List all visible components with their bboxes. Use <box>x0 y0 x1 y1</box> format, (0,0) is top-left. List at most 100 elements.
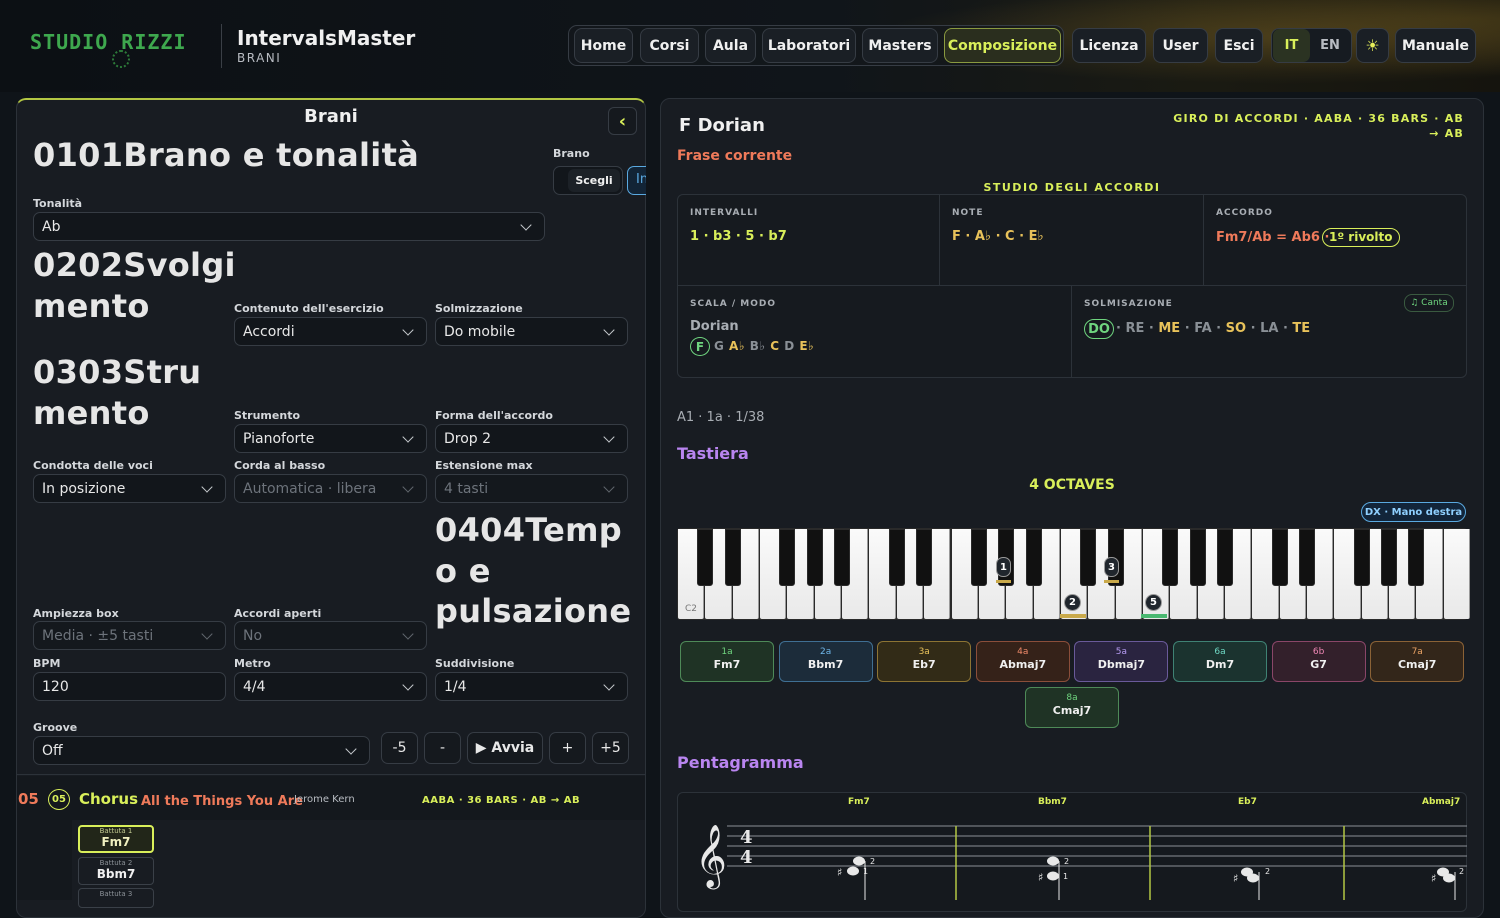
right-hand-badge[interactable]: DX · Mano destra <box>1361 502 1466 522</box>
tonalita-label: Tonalità <box>33 197 83 210</box>
bar-cell[interactable]: Battuta 3 <box>78 888 154 908</box>
composer: Jerome Kern <box>294 794 355 805</box>
tempo-minus-button[interactable]: - <box>424 732 461 764</box>
nav-masters[interactable]: Masters <box>862 28 938 63</box>
svg-text:2: 2 <box>870 857 875 866</box>
chord-chip[interactable]: 1a Fm7 <box>680 641 774 682</box>
estensione-select[interactable]: 4 tasti <box>435 474 628 503</box>
piano-black-key[interactable] <box>1381 529 1398 586</box>
forma-accordo-select[interactable]: Drop 2 <box>435 424 628 453</box>
section-divider <box>17 774 645 775</box>
chord-chip[interactable]: 8a Cmaj7 <box>1025 687 1119 728</box>
treble-clef-icon: 𝄞 <box>695 824 727 890</box>
nav-laboratori[interactable]: Laboratori <box>762 28 856 63</box>
piano-black-key[interactable] <box>806 529 823 586</box>
staff-chord-label: Eb7 <box>1238 797 1257 807</box>
lang-it[interactable]: IT <box>1273 29 1310 62</box>
chord-chip[interactable]: 5a Dbmaj7 <box>1074 641 1169 682</box>
piano-black-key[interactable] <box>916 529 933 586</box>
section-heading-4c: pulsazione <box>435 592 632 630</box>
nav-home[interactable]: Home <box>574 28 633 63</box>
staff-chord-label: Fm7 <box>848 797 870 807</box>
section-heading-4a: 0404Temp <box>435 511 622 549</box>
chord-chip[interactable]: 2a Bbm7 <box>778 641 873 682</box>
section-heading-1: 0101Brano e tonalità <box>33 136 420 174</box>
top-bar: STUDIO RIZZI IntervalsMaster BRANI Home … <box>0 0 1500 92</box>
studio-logo[interactable]: STUDIO RIZZI <box>30 30 187 54</box>
staff-chord-label: Abmaj7 <box>1422 797 1460 807</box>
piano-black-key[interactable] <box>1408 529 1425 586</box>
tempo-plus-button[interactable]: + <box>549 732 586 764</box>
notes-label: NOTE <box>952 208 984 218</box>
start-button[interactable]: ▶ Avvia <box>467 732 543 764</box>
tempo-plus-5-button[interactable]: +5 <box>592 732 629 764</box>
strumento-select[interactable]: Pianoforte <box>234 424 427 453</box>
piano-black-key[interactable] <box>1025 529 1042 586</box>
chord-chip[interactable]: 6b G7 <box>1271 641 1366 682</box>
piano-black-key[interactable] <box>1299 529 1316 586</box>
choose-song-button[interactable]: Scegli <box>568 169 620 192</box>
piano-black-key[interactable] <box>779 529 796 586</box>
piano-black-key[interactable] <box>1217 529 1233 586</box>
piano-black-key[interactable] <box>1080 529 1097 586</box>
nav-licenza[interactable]: Licenza <box>1072 28 1146 63</box>
nav-composizione[interactable]: Composizione <box>944 28 1061 63</box>
nav-aula[interactable]: Aula <box>705 28 756 63</box>
suddivisione-select[interactable]: 1/4 <box>435 672 628 701</box>
corda-basso-select[interactable]: Automatica · libera <box>234 474 427 503</box>
metro-select[interactable]: 4/4 <box>234 672 427 701</box>
piano-black-key[interactable] <box>1189 529 1206 586</box>
tonalita-select[interactable]: Ab <box>33 212 545 241</box>
piano-black-key[interactable] <box>1162 529 1179 586</box>
piano-black-key[interactable] <box>724 529 741 586</box>
groove-select[interactable]: Off <box>33 736 370 765</box>
accidental: ♯ <box>837 866 842 879</box>
chord-chip[interactable]: 7a Cmaj7 <box>1370 641 1465 682</box>
ampiezza-select[interactable]: Media · ±5 tasti <box>33 621 226 650</box>
chord-label: ACCORDO <box>1216 208 1273 218</box>
intervals-value: 1 · b3 · 5 · b7 <box>690 229 787 244</box>
scale-name: Dorian <box>690 319 739 334</box>
piano-black-key[interactable] <box>1271 529 1288 586</box>
piano-black-key[interactable] <box>888 529 905 586</box>
note-head <box>847 866 859 876</box>
chord-chip[interactable]: 3a Eb7 <box>877 641 972 682</box>
scale-root-badge: F <box>690 337 710 356</box>
tempo-minus-5-button[interactable]: -5 <box>381 732 418 764</box>
lang-en[interactable]: EN <box>1312 29 1348 62</box>
piano-black-key[interactable] <box>834 529 851 586</box>
nav-esci[interactable]: Esci <box>1215 28 1263 63</box>
theme-toggle-icon[interactable]: ☀ <box>1356 28 1389 63</box>
svg-text:1: 1 <box>1063 872 1068 881</box>
section-heading-3b: mento <box>33 394 150 432</box>
condotta-select[interactable]: In posizione <box>33 474 226 503</box>
svg-text:2: 2 <box>1064 857 1069 866</box>
bar-cell[interactable]: Battuta 2 Bbm7 <box>78 857 154 885</box>
piano-black-key[interactable] <box>970 529 987 586</box>
piano-black-key[interactable] <box>1353 529 1370 586</box>
manual-button[interactable]: Manuale <box>1395 28 1476 63</box>
bpm-input[interactable]: 120 <box>33 672 226 701</box>
section-number-5: 05 <box>18 790 39 808</box>
accordi-aperti-select[interactable]: No <box>234 621 427 650</box>
note-head <box>1443 873 1455 883</box>
import-button[interactable]: In <box>627 166 646 195</box>
solmizzazione-select[interactable]: Do mobile <box>435 317 628 346</box>
piano-white-key[interactable] <box>1443 529 1471 619</box>
chord-chip[interactable]: 6a Dm7 <box>1173 641 1267 682</box>
strumento-label: Strumento <box>234 409 301 422</box>
nav-corsi[interactable]: Corsi <box>640 28 699 63</box>
bar-cell-active[interactable]: Battuta 1 Fm7 <box>78 825 154 853</box>
c2-label: C2 <box>685 604 698 614</box>
svg-text:2: 2 <box>1459 867 1464 876</box>
chord-chip[interactable]: 4a Abmaj7 <box>975 641 1070 682</box>
contenuto-select[interactable]: Accordi <box>234 317 427 346</box>
finger-marker: 5 <box>1145 594 1162 611</box>
nav-user[interactable]: User <box>1153 28 1208 63</box>
forma-accordo-label: Forma dell'accordo <box>435 409 553 422</box>
piano-black-key[interactable] <box>697 529 714 586</box>
suddivisione-label: Suddivisione <box>435 657 515 670</box>
collapse-panel-button[interactable]: ‹ <box>608 107 637 135</box>
sing-button[interactable]: ♫ Canta <box>1404 294 1454 312</box>
staff-heading: Pentagramma <box>677 753 804 772</box>
